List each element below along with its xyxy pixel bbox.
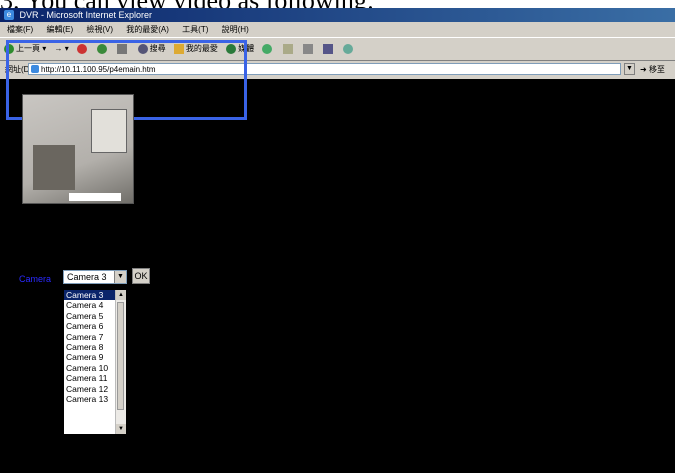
- dropdown-scrollbar[interactable]: ▲ ▼: [115, 290, 126, 434]
- address-dropdown-button[interactable]: ▼: [624, 63, 635, 75]
- video-scene-board: [91, 109, 127, 153]
- camera-select[interactable]: Camera 3 ▼: [63, 270, 127, 284]
- menu-view[interactable]: 檢視(V): [86, 25, 113, 34]
- camera-option-10[interactable]: Camera 10: [64, 363, 116, 373]
- go-button[interactable]: ➜ 移至: [640, 61, 665, 79]
- edit-button[interactable]: [323, 38, 335, 60]
- favorites-label: 我的最愛: [185, 44, 218, 53]
- refresh-icon: [97, 43, 108, 54]
- camera-option-4[interactable]: Camera 4: [64, 300, 116, 310]
- go-label: 移至: [648, 65, 665, 74]
- print-icon: [302, 43, 313, 54]
- forward-button[interactable]: → ▾: [54, 38, 68, 60]
- media-icon: [226, 43, 237, 54]
- camera-option-12[interactable]: Camera 12: [64, 384, 116, 394]
- scrollbar-thumb[interactable]: [117, 302, 124, 410]
- media-label: 媒體: [238, 44, 255, 53]
- camera-option-8[interactable]: Camera 8: [64, 342, 116, 352]
- back-button[interactable]: 上一頁 ▾: [4, 38, 46, 60]
- back-arrow-icon: [4, 43, 14, 54]
- camera-option-6[interactable]: Camera 6: [64, 321, 116, 331]
- address-input[interactable]: http://10.11.100.95/p4emain.htm: [28, 63, 621, 75]
- address-bar: 網址(D) http://10.11.100.95/p4emain.htm ▼ …: [0, 61, 675, 79]
- camera-selected-value: Camera 3: [67, 272, 107, 282]
- address-url: http://10.11.100.95/p4emain.htm: [41, 65, 156, 74]
- camera-label: Camera: [19, 274, 52, 284]
- menu-favorites[interactable]: 我的最愛(A): [126, 25, 169, 34]
- history-icon: [262, 43, 273, 54]
- camera-options: Camera 3 Camera 4 Camera 5 Camera 6 Came…: [64, 290, 116, 404]
- home-button[interactable]: [117, 38, 129, 60]
- mail-icon: [282, 43, 293, 54]
- menu-file[interactable]: 檔案(F): [7, 25, 33, 34]
- favorites-button[interactable]: 我的最愛: [173, 38, 218, 60]
- refresh-button[interactable]: [97, 38, 109, 60]
- scroll-up-icon[interactable]: ▲: [116, 290, 126, 300]
- video-timestamp-overlay: [69, 193, 121, 201]
- favorites-icon: [173, 43, 184, 54]
- mail-button[interactable]: [282, 38, 295, 60]
- edit-icon: [323, 43, 334, 54]
- media-button[interactable]: 媒體: [226, 38, 254, 60]
- camera-option-5[interactable]: Camera 5: [64, 311, 116, 321]
- video-scene-cabinet: [33, 145, 75, 190]
- ok-button[interactable]: OK: [132, 268, 150, 284]
- menu-tools[interactable]: 工具(T): [182, 25, 208, 34]
- history-button[interactable]: [262, 38, 274, 60]
- title-bar: e DVR - Microsoft Internet Explorer: [0, 8, 675, 22]
- search-icon: [137, 43, 148, 54]
- camera-dropdown-list[interactable]: Camera 3 Camera 4 Camera 5 Camera 6 Came…: [63, 289, 127, 435]
- menu-bar: 檔案(F) 編輯(E) 檢視(V) 我的最愛(A) 工具(T) 說明(H): [0, 22, 675, 38]
- stop-icon: [76, 43, 87, 54]
- search-button[interactable]: 搜尋: [137, 38, 166, 60]
- menu-edit[interactable]: 編輯(E): [46, 25, 73, 34]
- stop-button[interactable]: [76, 38, 89, 60]
- camera-option-11[interactable]: Camera 11: [64, 373, 116, 383]
- camera-option-13[interactable]: Camera 13: [64, 394, 116, 404]
- back-label: 上一頁: [16, 44, 40, 53]
- window-title: DVR - Microsoft Internet Explorer: [19, 10, 153, 20]
- search-label: 搜尋: [149, 44, 166, 53]
- menu-help[interactable]: 說明(H): [222, 25, 249, 34]
- scroll-down-icon[interactable]: ▼: [116, 424, 126, 434]
- discuss-icon: [343, 43, 354, 54]
- camera-video-feed: [22, 94, 134, 204]
- ie-logo-icon: e: [4, 10, 14, 20]
- home-icon: [117, 43, 128, 54]
- camera-option-3[interactable]: Camera 3: [64, 290, 116, 301]
- print-button[interactable]: [302, 38, 315, 60]
- camera-option-9[interactable]: Camera 9: [64, 352, 116, 362]
- chevron-down-icon[interactable]: ▼: [114, 271, 126, 283]
- camera-option-7[interactable]: Camera 7: [64, 332, 116, 342]
- standard-toolbar: 上一頁 ▾ → ▾ 搜尋 我的最愛 媒體: [0, 38, 675, 61]
- discuss-button[interactable]: [343, 38, 355, 60]
- page-icon: [31, 65, 39, 73]
